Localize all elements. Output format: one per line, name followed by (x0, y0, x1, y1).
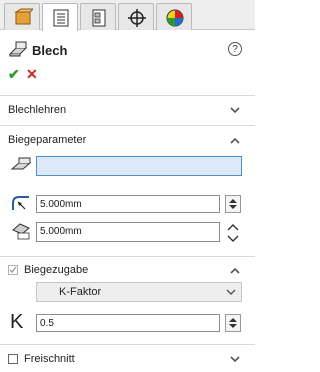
sheet-thickness-input[interactable]: 5.000mm (36, 222, 220, 242)
bend-radius-stepper[interactable] (225, 195, 241, 213)
divider (0, 344, 255, 345)
chevron-down-icon[interactable] (228, 106, 242, 116)
ok-button[interactable]: ✔ (8, 66, 20, 83)
display-manager-icon (166, 9, 184, 27)
bend-radius-icon (10, 194, 32, 212)
manager-tab-strip (0, 0, 255, 31)
chevron-up-icon[interactable] (228, 136, 242, 146)
chevron-down-icon (224, 288, 238, 298)
tab-dimxpert-manager[interactable] (118, 3, 154, 30)
section-label-biegezugabe: Biegezugabe (24, 264, 89, 276)
k-factor-icon: K (10, 311, 24, 333)
sheet-thickness-icon (10, 222, 32, 240)
divider (0, 95, 255, 96)
freischnitt-checkbox[interactable] (8, 354, 18, 364)
section-label-freischnitt: Freischnitt (24, 353, 75, 365)
fixed-face-icon (10, 156, 32, 174)
thickness-reverse-direction-icon[interactable] (225, 222, 241, 244)
section-label-blechlehren: Blechlehren (8, 104, 67, 116)
help-button[interactable]: ? (228, 42, 242, 56)
property-manager-icon (53, 9, 69, 27)
tab-feature-manager[interactable] (4, 3, 40, 30)
sheet-metal-icon (8, 40, 28, 58)
tab-property-manager[interactable] (42, 3, 78, 31)
bend-allowance-type-select[interactable]: K-Faktor (36, 282, 242, 302)
bend-radius-input[interactable]: 5.000mm (36, 195, 220, 213)
divider (0, 125, 255, 126)
divider (0, 256, 255, 257)
tab-configuration-manager[interactable] (80, 3, 116, 30)
biegezugabe-checkbox[interactable] (8, 265, 18, 275)
fixed-face-selection-box[interactable] (36, 156, 242, 176)
feature-manager-icon (14, 8, 33, 25)
feature-title: Blech (32, 43, 68, 58)
chevron-down-icon[interactable] (228, 355, 242, 365)
dimxpert-manager-icon (128, 9, 146, 27)
section-label-biegeparameter: Biegeparameter (8, 134, 87, 146)
chevron-up-icon[interactable] (228, 266, 242, 276)
tab-display-manager[interactable] (156, 3, 192, 30)
cancel-button[interactable]: ✕ (26, 66, 38, 83)
configuration-manager-icon (92, 9, 106, 27)
k-factor-input[interactable]: 0.5 (36, 314, 220, 332)
k-factor-stepper[interactable] (225, 314, 241, 332)
